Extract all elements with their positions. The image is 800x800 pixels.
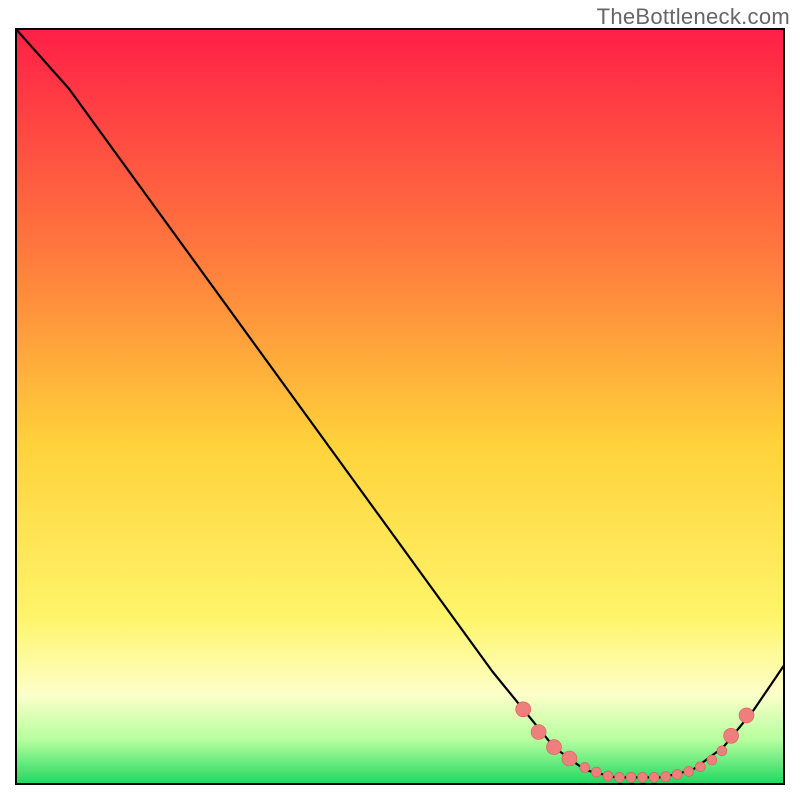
curve-marker: [562, 751, 577, 766]
curve-marker: [739, 708, 754, 723]
curve-marker: [695, 762, 705, 772]
curve-marker: [603, 771, 613, 781]
curve-marker: [580, 763, 590, 773]
curve-marker: [547, 740, 562, 755]
curve-marker: [615, 772, 625, 782]
plot-area: [15, 28, 785, 785]
curve-marker: [661, 772, 671, 782]
curve-marker: [626, 772, 636, 782]
watermark-label: TheBottleneck.com: [597, 4, 790, 30]
curve-marker: [684, 766, 694, 776]
curve-marker: [649, 772, 659, 782]
chart-stage: TheBottleneck.com: [0, 0, 800, 800]
curve-marker: [516, 702, 531, 717]
curve-marker: [531, 725, 546, 740]
curve-marker: [724, 728, 739, 743]
chart-svg: [15, 28, 785, 785]
gradient-backdrop: [15, 28, 785, 785]
curve-marker: [591, 767, 601, 777]
curve-marker: [638, 772, 648, 782]
curve-marker: [707, 755, 717, 765]
curve-marker: [672, 769, 682, 779]
curve-marker: [717, 746, 727, 756]
